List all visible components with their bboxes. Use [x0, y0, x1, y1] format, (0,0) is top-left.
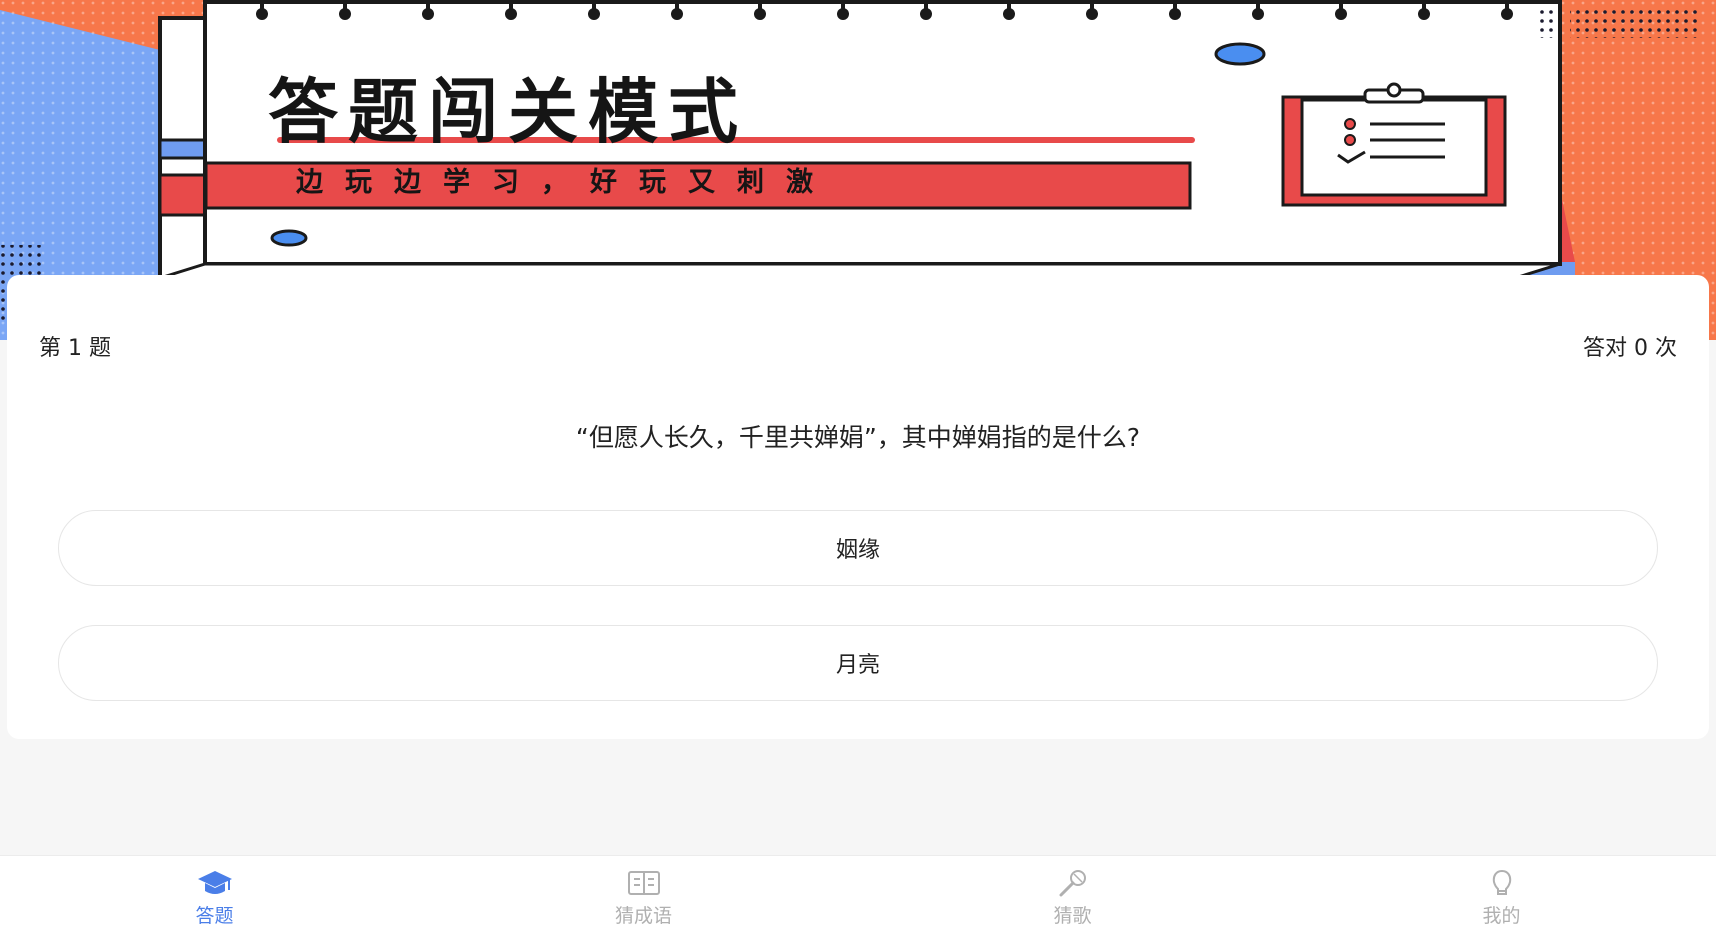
tab-idiom[interactable]: 猜成语 [429, 856, 858, 928]
tab-label: 猜成语 [614, 905, 672, 927]
banner-title: 答题闯关模式 [268, 71, 748, 153]
tab-song[interactable]: 猜歌 [858, 856, 1287, 928]
book-icon [624, 867, 664, 899]
banner-subtitle: 边玩边学习，好玩又刺激 [296, 167, 835, 198]
user-icon [1482, 867, 1522, 899]
question-index: 第 1 题 [39, 336, 111, 361]
tab-mine[interactable]: 我的 [1287, 856, 1716, 928]
tab-label: 答题 [195, 905, 234, 927]
question-text: “但愿人长久，千里共婵娟”，其中婵娟指的是什么? [575, 423, 1141, 452]
question-card: 第 1 题 答对 0 次 “但愿人长久，千里共婵娟”，其中婵娟指的是什么? 姻缘… [7, 275, 1709, 739]
graduation-cap-icon [195, 867, 235, 899]
answer-option[interactable]: 月亮 [58, 625, 1658, 701]
bottom-tab-bar: 答题 猜成语 猜歌 我的 [0, 855, 1716, 928]
tab-label: 猜歌 [1053, 905, 1092, 927]
answer-option[interactable]: 姻缘 [58, 510, 1658, 586]
tab-label: 我的 [1482, 905, 1521, 927]
microphone-icon [1053, 867, 1093, 899]
correct-count: 答对 0 次 [1583, 336, 1677, 361]
tab-quiz[interactable]: 答题 [0, 856, 429, 928]
